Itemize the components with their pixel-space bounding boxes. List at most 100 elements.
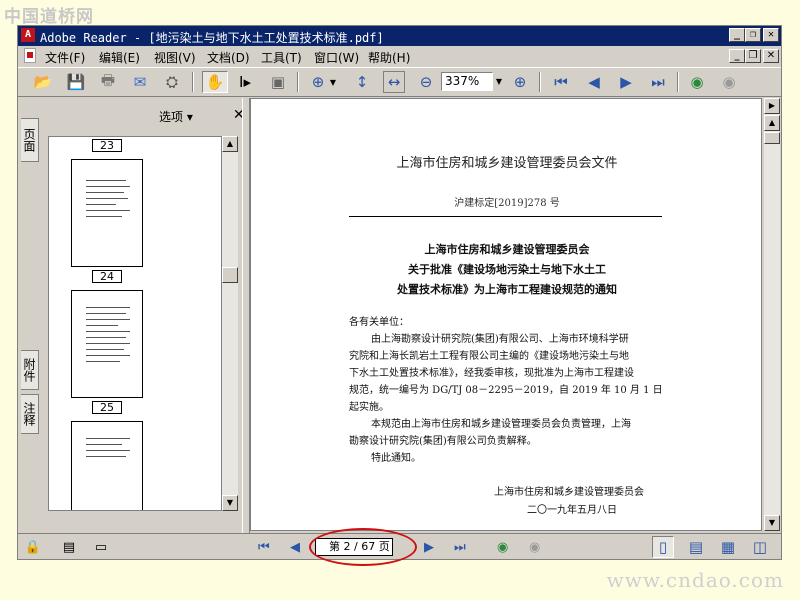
doc-close-button[interactable]: ✕ bbox=[763, 49, 779, 63]
tab-attachments[interactable]: 附件 bbox=[21, 350, 39, 390]
navigation-panel: 页面 附件 注释 选项 ▾ ✕ 23 24 25 ▲ ▼ bbox=[18, 98, 245, 533]
go-back-icon[interactable]: ◉ bbox=[497, 540, 508, 555]
doc-salutation: 各有关单位： bbox=[349, 317, 409, 328]
title-bar: A Adobe Reader - [地污染土与地下水土工处置技术标准.pdf] … bbox=[18, 26, 781, 46]
doc-body-line: 下水土工处置技术标准》，经我委审核，现批准为上海市工程建设 bbox=[349, 368, 634, 379]
toolbar-separator bbox=[297, 72, 299, 92]
menu-tools[interactable]: 工具(T) bbox=[261, 49, 302, 66]
lock-icon[interactable]: 🔒 bbox=[22, 536, 44, 558]
previous-page-icon[interactable]: ◀ bbox=[290, 540, 300, 555]
go-forward-icon[interactable]: ◉ bbox=[718, 71, 740, 93]
zoom-out-icon[interactable]: ⊖ bbox=[415, 71, 437, 93]
minimize-button[interactable]: _ bbox=[729, 28, 745, 42]
close-window-button[interactable]: ✕ bbox=[763, 28, 779, 42]
email-icon[interactable]: ✉ bbox=[129, 71, 151, 93]
search-binoculars-icon[interactable]: ⛭ bbox=[161, 71, 183, 93]
doc-restore-button[interactable]: ❐ bbox=[745, 49, 761, 63]
doc-body-line: 规范，统一编号为 DG/TJ 08－2295－2019，自 2019 年 10 … bbox=[349, 385, 663, 396]
highlight-ellipse bbox=[309, 528, 417, 566]
document-view: 上海市住房和城乡建设管理委员会文件 沪建标定[2019]278 号 上海市住房和… bbox=[250, 98, 762, 531]
doc-title-line: 关于批准《建设场地污染土与地下水土工 bbox=[408, 263, 606, 276]
select-text-icon[interactable]: I▸ bbox=[234, 71, 256, 93]
continuous-facing-icon[interactable]: ◫ bbox=[749, 536, 771, 558]
doc-rule bbox=[349, 216, 662, 217]
snapshot-icon[interactable]: ▣ bbox=[267, 71, 289, 93]
monitor-icon[interactable]: ▤ bbox=[58, 536, 80, 558]
toolbar-separator bbox=[677, 72, 679, 92]
doc-title-line: 处置技术标准》为上海市工程建设规范的通知 bbox=[397, 283, 617, 296]
window-title: Adobe Reader - [地污染土与地下水土工处置技术标准.pdf] bbox=[40, 31, 384, 45]
hand-tool-icon[interactable]: ✋ bbox=[202, 71, 228, 93]
document-icon[interactable] bbox=[24, 48, 36, 63]
last-page-icon[interactable]: ⏭ bbox=[454, 540, 466, 555]
menu-help[interactable]: 帮助(H) bbox=[368, 49, 410, 66]
print-icon[interactable]: 🖶 bbox=[97, 71, 119, 93]
thumbnail-page-label: 23 bbox=[92, 139, 122, 152]
toolbar-separator bbox=[192, 72, 194, 92]
reader-window: A Adobe Reader - [地污染土与地下水土工处置技术标准.pdf] … bbox=[17, 25, 782, 560]
menu-view[interactable]: 视图(V) bbox=[154, 49, 196, 66]
site-logo: 中国道桥网 bbox=[4, 7, 94, 27]
first-page-icon[interactable]: ⏮ bbox=[258, 540, 270, 555]
next-page-icon[interactable]: ▶ bbox=[615, 71, 637, 93]
restore-button[interactable]: ❐ bbox=[745, 28, 761, 42]
panel-header: 选项 ▾ ✕ bbox=[41, 98, 245, 136]
actual-size-icon[interactable]: ↕ bbox=[351, 71, 373, 93]
menu-edit[interactable]: 编辑(E) bbox=[99, 49, 140, 66]
panel-splitter[interactable] bbox=[242, 98, 250, 533]
toolbar: 📂 💾 🖶 ✉ ⛭ ✋ I▸ ▣ ⊕ ▼ ↕ ↔ ⊖ 337% ▼ ⊕ ⏮ ◀ … bbox=[18, 67, 781, 97]
zoom-tool-dropdown-icon[interactable]: ▼ bbox=[328, 71, 338, 93]
page-thumbnail-24[interactable] bbox=[71, 159, 143, 267]
menu-file[interactable]: 文件(F) bbox=[45, 49, 85, 66]
first-page-icon[interactable]: ⏮ bbox=[550, 71, 572, 93]
continuous-icon[interactable]: ▤ bbox=[685, 536, 707, 558]
next-page-icon[interactable]: ▶ bbox=[424, 540, 434, 555]
doc-minimize-button[interactable]: _ bbox=[729, 49, 745, 63]
adobe-reader-icon: A bbox=[21, 28, 35, 42]
doc-body-line: 勘察设计研究院(集团)有限公司负责解释。 bbox=[349, 436, 537, 447]
site-footer-watermark: www.cndao.com bbox=[606, 568, 784, 592]
scroll-down-button[interactable]: ▼ bbox=[222, 495, 238, 511]
last-page-icon[interactable]: ⏭ bbox=[647, 71, 669, 93]
open-icon[interactable]: 📂 bbox=[32, 71, 54, 93]
facing-icon[interactable]: ▦ bbox=[717, 536, 739, 558]
save-icon[interactable]: 💾 bbox=[65, 71, 87, 93]
zoom-input[interactable]: 337% bbox=[441, 72, 493, 91]
doc-signature: 上海市住房和城乡建设管理委员会 bbox=[494, 487, 644, 498]
go-forward-icon[interactable]: ◉ bbox=[529, 540, 540, 555]
scroll-thumb[interactable] bbox=[222, 267, 238, 283]
tab-pages[interactable]: 页面 bbox=[21, 118, 39, 162]
document-scrollbar[interactable]: ▶ ▲ ▼ bbox=[764, 98, 780, 531]
doc-header: 上海市住房和城乡建设管理委员会文件 bbox=[396, 156, 618, 171]
zoom-in-icon[interactable]: ⊕ bbox=[509, 71, 531, 93]
thumbnail-scrollbar[interactable]: ▲ ▼ bbox=[222, 136, 238, 511]
menu-bar: 文件(F) 编辑(E) 视图(V) 文档(D) 工具(T) 窗口(W) 帮助(H… bbox=[18, 46, 781, 66]
scroll-up-button[interactable]: ▲ bbox=[764, 115, 780, 131]
previous-page-icon[interactable]: ◀ bbox=[583, 71, 605, 93]
toolbar-separator bbox=[539, 72, 541, 92]
scroll-down-button[interactable]: ▼ bbox=[764, 515, 780, 531]
page-icon[interactable]: ▭ bbox=[90, 536, 112, 558]
split-button[interactable]: ▶ bbox=[764, 98, 780, 114]
doc-body-line: 特此通知。 bbox=[371, 453, 421, 464]
tab-comments[interactable]: 注释 bbox=[21, 394, 39, 434]
zoom-dropdown-icon[interactable]: ▼ bbox=[493, 73, 505, 90]
doc-number: 沪建标定[2019]278 号 bbox=[454, 198, 560, 209]
scroll-thumb[interactable] bbox=[764, 132, 780, 144]
thumbnail-page-label: 25 bbox=[92, 401, 122, 414]
thumbnail-page-label: 24 bbox=[92, 270, 122, 283]
scroll-up-button[interactable]: ▲ bbox=[222, 136, 238, 152]
doc-body-line: 究院和上海长凯岩土工程有限公司主编的《建设场地污染土与地 bbox=[349, 351, 629, 362]
menu-window[interactable]: 窗口(W) bbox=[314, 49, 359, 66]
fit-width-icon[interactable]: ↔ bbox=[383, 71, 405, 93]
doc-title-line: 上海市住房和城乡建设管理委员会 bbox=[424, 243, 590, 256]
zoom-in-tool-icon[interactable]: ⊕ bbox=[307, 71, 329, 93]
go-back-icon[interactable]: ◉ bbox=[686, 71, 708, 93]
doc-date: 二〇一九年五月八日 bbox=[527, 505, 617, 516]
thumbnail-list: 23 24 25 bbox=[48, 136, 222, 511]
menu-document[interactable]: 文档(D) bbox=[207, 49, 250, 66]
page-thumbnail-25[interactable] bbox=[71, 290, 143, 398]
options-menu-button[interactable]: 选项 ▾ bbox=[159, 108, 193, 125]
page-thumbnail-26[interactable] bbox=[71, 421, 143, 510]
single-page-icon[interactable]: ▯ bbox=[652, 536, 674, 558]
